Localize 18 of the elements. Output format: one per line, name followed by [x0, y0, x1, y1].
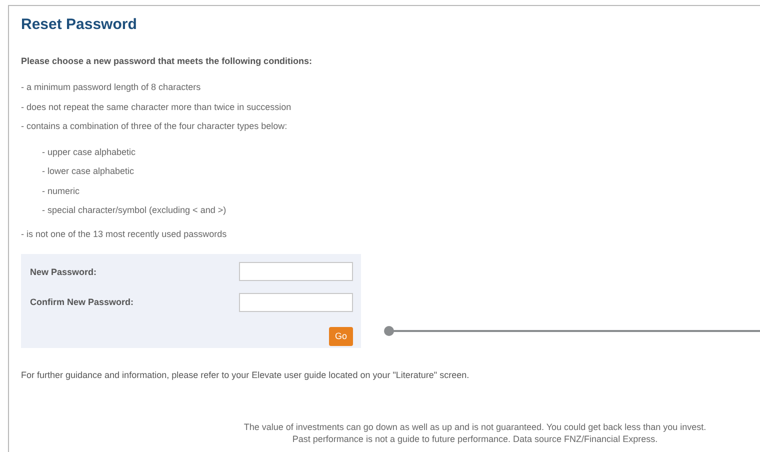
disclaimer-text: The value of investments can go down as well as up and is not guaranteed. You could get back less than you invest.	[244, 421, 706, 433]
condition-text: - special character/symbol (excluding < and >)	[42, 204, 226, 217]
condition-text: - lower case alphabetic	[42, 165, 134, 178]
condition-text: - upper case alphabetic	[42, 146, 136, 159]
instructions-text: Please choose a new password that meets the following conditions:	[21, 56, 312, 66]
condition-text: - does not repeat the same character more than twice in succession	[21, 100, 292, 114]
disclaimer-text: Past performance is not a guide to future performance. Data source FNZ/Financial Express.	[292, 433, 658, 445]
page-title: Reset Password	[21, 16, 138, 33]
condition-text: - is not one of the 13 most recently used passwords	[21, 228, 227, 241]
condition-text: - a minimum password length of 8 characters	[21, 81, 201, 94]
field-label: New Password:	[30, 266, 97, 277]
password-field[interactable]	[239, 292, 353, 312]
condition-text: - numeric	[42, 184, 80, 198]
guidance-text: For further guidance and information, please refer to your Elevate user guide located on your "Literature" screen.	[21, 370, 470, 380]
field-label: Confirm New Password:	[30, 297, 134, 308]
password-field[interactable]	[239, 262, 353, 282]
condition-text: - contains a combination of three of the four character types below:	[21, 120, 288, 133]
go-button[interactable]: Go	[329, 326, 353, 346]
